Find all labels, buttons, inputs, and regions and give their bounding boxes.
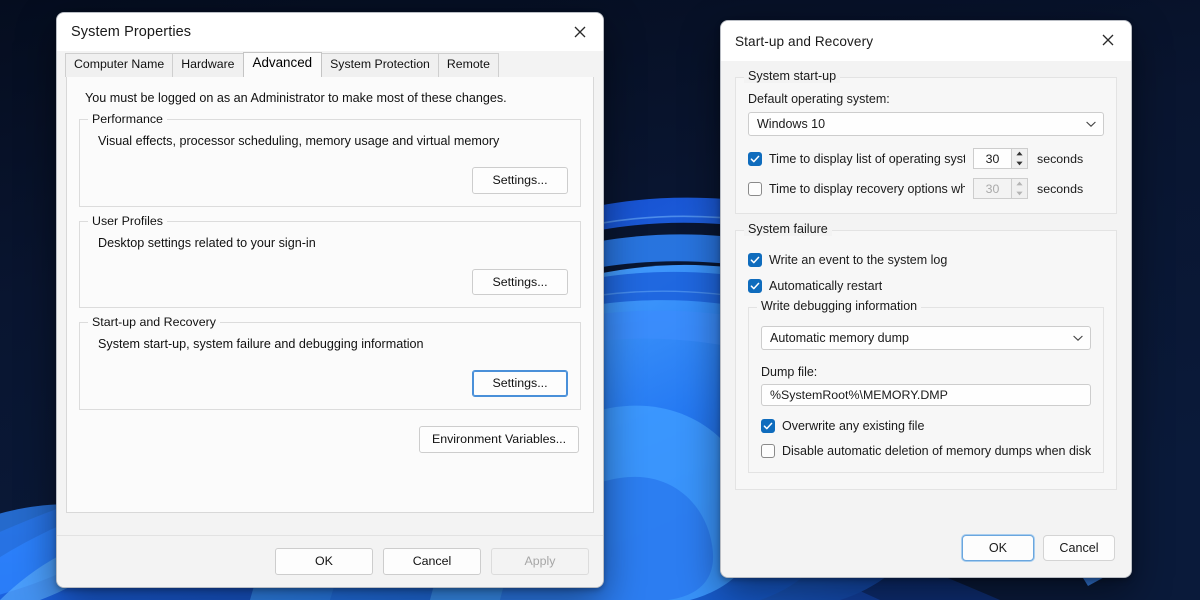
- startup-recovery-button-row: Settings...: [92, 370, 568, 398]
- overwrite-label: Overwrite any existing file: [782, 419, 925, 433]
- user-profiles-group: User Profiles Desktop settings related t…: [79, 213, 581, 309]
- user-profiles-button-row: Settings...: [92, 268, 568, 296]
- default-os-select[interactable]: Windows 10: [748, 112, 1104, 136]
- system-properties-tabstrip: Computer Name Hardware Advanced System P…: [57, 51, 603, 77]
- user-profiles-group-legend: User Profiles: [88, 213, 167, 228]
- ok-button[interactable]: OK: [962, 535, 1034, 561]
- stepper-up-icon: [1012, 179, 1027, 189]
- auto-restart-checkbox[interactable]: [748, 279, 762, 293]
- startup-recovery-group-legend: Start-up and Recovery: [88, 315, 220, 330]
- environment-variables-row: Environment Variables...: [79, 426, 581, 453]
- disable-deletion-label: Disable automatic deletion of memory dum…: [782, 444, 1091, 458]
- startup-recovery-settings-button[interactable]: Settings...: [472, 370, 568, 398]
- chevron-down-icon: [1073, 333, 1083, 343]
- write-event-label: Write an event to the system log: [769, 253, 948, 267]
- administrator-note: You must be logged on as an Administrato…: [85, 91, 507, 105]
- ok-button[interactable]: OK: [275, 548, 373, 575]
- dump-file-input[interactable]: %SystemRoot%\MEMORY.DMP: [761, 384, 1091, 406]
- timeout-os-list-stepper[interactable]: 30: [973, 148, 1028, 169]
- stepper-down-icon[interactable]: [1012, 159, 1027, 169]
- timeout-recovery-label: Time to display recovery options when ne…: [769, 181, 965, 196]
- startup-recovery-titlebar: Start-up and Recovery: [721, 21, 1131, 61]
- startup-recovery-footer: OK Cancel: [721, 519, 1131, 577]
- performance-button-row: Settings...: [92, 167, 568, 194]
- auto-restart-row: Automatically restart: [748, 279, 1104, 293]
- write-debugging-legend: Write debugging information: [757, 299, 922, 313]
- startup-recovery-description: System start-up, system failure and debu…: [98, 337, 424, 352]
- system-properties-dialog: System Properties Computer Name Hardware…: [56, 12, 604, 588]
- performance-group-legend: Performance: [88, 112, 167, 126]
- timeout-os-list-label: Time to display list of operating system…: [769, 151, 965, 166]
- stepper-up-icon[interactable]: [1012, 149, 1027, 159]
- startup-recovery-group: Start-up and Recovery System start-up, s…: [79, 315, 581, 411]
- timeout-recovery-value: 30: [973, 178, 1011, 199]
- timeout-recovery-unit: seconds: [1037, 181, 1084, 196]
- write-event-checkbox[interactable]: [748, 253, 762, 267]
- tab-advanced[interactable]: Advanced: [242, 52, 323, 77]
- performance-description: Visual effects, processor scheduling, me…: [98, 134, 500, 148]
- apply-button: Apply: [491, 548, 589, 575]
- user-profiles-description: Desktop settings related to your sign-in: [98, 235, 316, 250]
- timeout-recovery-checkbox[interactable]: [748, 181, 762, 196]
- tab-hardware[interactable]: Hardware: [172, 53, 244, 77]
- cancel-button[interactable]: Cancel: [1043, 535, 1115, 561]
- system-startup-legend: System start-up: [744, 69, 841, 83]
- default-os-value: Windows 10: [757, 117, 826, 131]
- overwrite-row: Overwrite any existing file: [761, 419, 1091, 433]
- startup-recovery-body: System start-up Default operating system…: [721, 61, 1131, 521]
- timeout-os-list-checkbox[interactable]: [748, 151, 762, 166]
- advanced-tab-panel: You must be logged on as an Administrato…: [66, 76, 594, 513]
- tab-system-protection[interactable]: System Protection: [321, 53, 439, 77]
- timeout-os-list-arrows[interactable]: [1011, 148, 1028, 169]
- disable-deletion-row: Disable automatic deletion of memory dum…: [761, 444, 1091, 458]
- dump-file-label: Dump file:: [761, 365, 818, 379]
- overwrite-checkbox[interactable]: [761, 419, 775, 433]
- performance-group: Performance Visual effects, processor sc…: [79, 112, 581, 207]
- timeout-os-list-unit: seconds: [1037, 151, 1084, 166]
- auto-restart-label: Automatically restart: [769, 279, 883, 293]
- timeout-recovery-stepper: 30: [973, 178, 1028, 199]
- user-profiles-settings-button[interactable]: Settings...: [472, 268, 568, 296]
- timeout-recovery-row: Time to display recovery options when ne…: [748, 178, 1104, 199]
- startup-recovery-dialog: Start-up and Recovery System start-up De…: [720, 20, 1132, 578]
- tab-computer-name[interactable]: Computer Name: [65, 53, 174, 77]
- default-os-label: Default operating system:: [748, 92, 890, 106]
- system-failure-legend: System failure: [744, 222, 832, 236]
- dump-type-value: Automatic memory dump: [770, 331, 909, 345]
- system-failure-group: System failure Write an event to the sys…: [735, 222, 1117, 490]
- close-icon[interactable]: [1085, 21, 1131, 59]
- system-startup-group: System start-up Default operating system…: [735, 69, 1117, 214]
- close-icon[interactable]: [557, 13, 603, 51]
- stepper-down-icon: [1012, 189, 1027, 199]
- write-event-row: Write an event to the system log: [748, 253, 1104, 267]
- dump-type-select[interactable]: Automatic memory dump: [761, 326, 1091, 350]
- write-debugging-group: Write debugging information Automatic me…: [748, 299, 1104, 473]
- chevron-down-icon: [1086, 119, 1096, 129]
- environment-variables-button[interactable]: Environment Variables...: [419, 426, 579, 453]
- timeout-os-list-value[interactable]: 30: [973, 148, 1011, 169]
- cancel-button[interactable]: Cancel: [383, 548, 481, 575]
- timeout-recovery-arrows: [1011, 178, 1028, 199]
- performance-settings-button[interactable]: Settings...: [472, 167, 568, 194]
- system-properties-footer: OK Cancel Apply: [57, 535, 603, 587]
- tab-remote[interactable]: Remote: [437, 53, 499, 77]
- system-properties-titlebar: System Properties: [57, 13, 603, 51]
- timeout-os-list-row: Time to display list of operating system…: [748, 148, 1104, 169]
- disable-deletion-checkbox[interactable]: [761, 444, 775, 458]
- startup-recovery-title: Start-up and Recovery: [735, 33, 874, 49]
- system-properties-title: System Properties: [71, 24, 192, 40]
